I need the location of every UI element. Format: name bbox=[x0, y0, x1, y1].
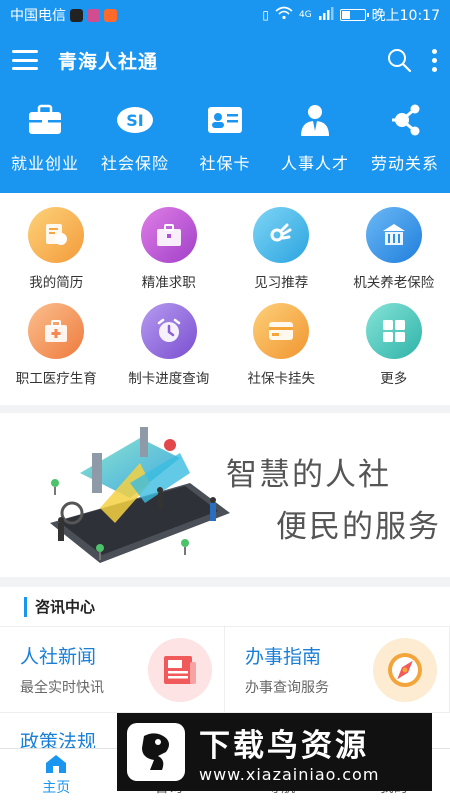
tiktok-icon bbox=[70, 8, 83, 22]
wifi-icon bbox=[275, 6, 293, 24]
watermark-url: www.xiazainiao.com bbox=[199, 765, 380, 784]
bird-logo-icon bbox=[127, 723, 185, 781]
ok-hand-icon bbox=[253, 207, 310, 263]
watermark-title: 下载鸟资源 bbox=[199, 728, 369, 764]
clock-icon bbox=[140, 303, 197, 359]
battery-icon bbox=[339, 9, 369, 21]
menu-icon[interactable] bbox=[12, 50, 38, 70]
news-section-title: 咨讯中心 bbox=[35, 598, 96, 616]
building-icon bbox=[365, 207, 422, 263]
news-card-title: 办事指南 bbox=[245, 646, 322, 668]
search-icon[interactable] bbox=[386, 47, 412, 73]
medical-bag-icon bbox=[28, 303, 85, 359]
news-card-service-guide[interactable]: 办事指南 办事查询服务 bbox=[225, 627, 450, 713]
nav-labor-relations[interactable]: 劳动关系 bbox=[360, 100, 450, 174]
service-more[interactable]: 更多 bbox=[338, 303, 450, 399]
svg-text:SI: SI bbox=[126, 111, 143, 130]
app-header: 青海人社通 bbox=[0, 30, 450, 90]
banner-illustration bbox=[50, 427, 230, 563]
si-logo-icon: SI bbox=[115, 100, 155, 140]
carrier-label: 中国电信 bbox=[10, 8, 66, 24]
compass-icon bbox=[373, 637, 437, 702]
service-card-progress[interactable]: 制卡进度查询 bbox=[113, 303, 226, 399]
promo-banner[interactable]: 智慧的人社 便民的服务 bbox=[0, 413, 450, 577]
network-type: 4G bbox=[298, 10, 312, 20]
grid-icon bbox=[365, 303, 422, 359]
banner-slogan-line1: 智慧的人社 bbox=[226, 457, 391, 493]
briefcase-icon bbox=[25, 100, 65, 140]
status-bar: 中国电信 ▯ 4G 晚上10:17 bbox=[0, 0, 450, 30]
newspaper-icon bbox=[148, 637, 212, 702]
clock-time: 晚上10:17 bbox=[371, 8, 440, 24]
card-icon bbox=[253, 303, 310, 359]
nav-social-insurance[interactable]: SI 社会保险 bbox=[90, 100, 180, 174]
service-job-search[interactable]: 精准求职 bbox=[113, 207, 226, 303]
network-icon bbox=[385, 100, 425, 140]
nav-personnel[interactable]: 人事人才 bbox=[270, 100, 360, 174]
service-pension[interactable]: 机关养老保险 bbox=[338, 207, 450, 303]
tab-home[interactable]: 主页 bbox=[0, 749, 113, 800]
section-accent-bar bbox=[24, 596, 27, 617]
app-title: 青海人社通 bbox=[58, 50, 159, 73]
vibrate-icon: ▯ bbox=[262, 8, 269, 22]
watermark-overlay: 下载鸟资源 www.xiazainiao.com bbox=[117, 713, 432, 791]
service-internship[interactable]: 见习推荐 bbox=[225, 207, 338, 303]
service-my-resume[interactable]: 我的简历 bbox=[0, 207, 113, 303]
nav-ss-card[interactable]: 社保卡 bbox=[180, 100, 270, 174]
more-options-icon[interactable] bbox=[430, 48, 438, 72]
news-card-subtitle: 最全实时快讯 bbox=[20, 680, 104, 696]
news-section-header: 咨讯中心 bbox=[0, 587, 450, 627]
news-card-subtitle: 办事查询服务 bbox=[245, 680, 329, 696]
news-card-hr-news[interactable]: 人社新闻 最全实时快讯 bbox=[0, 627, 225, 713]
banner-slogan-line2: 便民的服务 bbox=[276, 509, 441, 545]
resume-icon bbox=[28, 207, 85, 263]
video-icon bbox=[104, 8, 117, 22]
home-icon bbox=[46, 754, 67, 773]
service-card-report-loss[interactable]: 社保卡挂失 bbox=[225, 303, 338, 399]
service-medical-maternity[interactable]: 职工医疗生育 bbox=[0, 303, 113, 399]
service-grid: 我的简历 精准求职 见习推荐 机关养老保险 职工医疗生育 制卡进度查询 社保卡挂… bbox=[0, 193, 450, 405]
main-category-nav: 就业创业 SI 社会保险 社保卡 人事人才 劳动关系 bbox=[0, 90, 450, 193]
signal-icon bbox=[318, 6, 334, 24]
app-icon bbox=[87, 8, 100, 22]
nav-employment[interactable]: 就业创业 bbox=[0, 100, 90, 174]
job-search-icon bbox=[140, 207, 197, 263]
id-card-icon bbox=[205, 100, 245, 140]
person-icon bbox=[295, 100, 335, 140]
news-card-title: 人社新闻 bbox=[20, 646, 97, 668]
